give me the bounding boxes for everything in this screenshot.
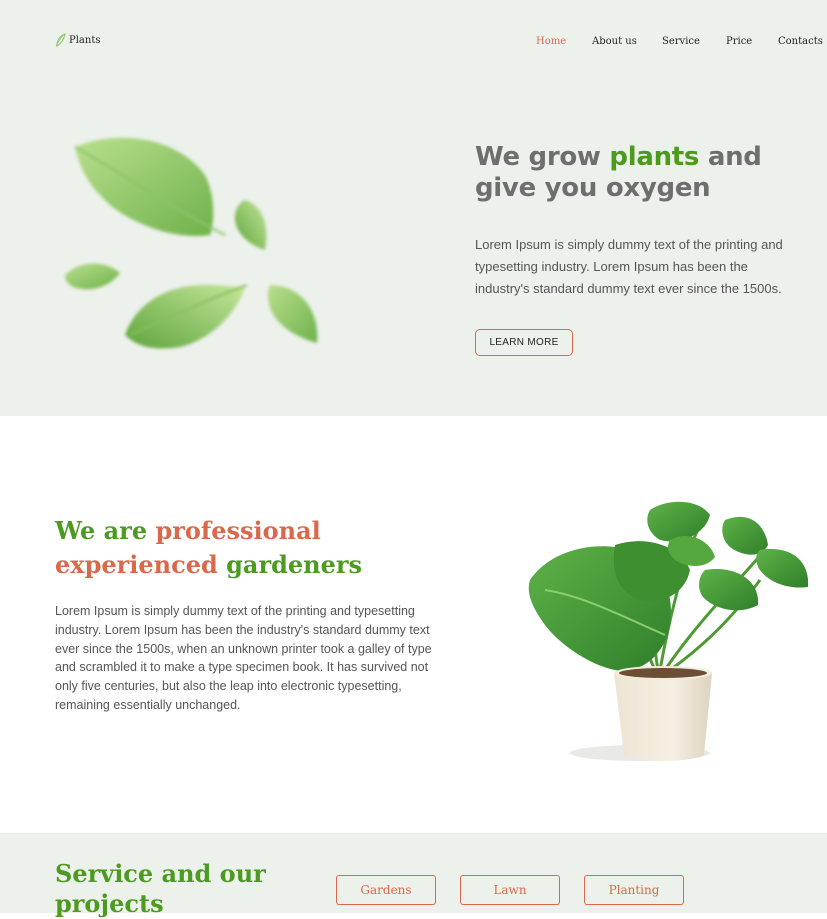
about-description: Lorem Ipsum is simply dummy text of the … [55,604,432,712]
services-section: Service and our projects Gardens Lawn Pl… [0,833,827,918]
tab-gardens[interactable]: Gardens [336,875,436,905]
nav-about-us[interactable]: About us [592,36,637,47]
about-title: We are professional experienced gardener… [55,514,435,582]
hero-title: We grow plants and give you oxygen [475,142,825,204]
nav-service[interactable]: Service [662,36,700,47]
nav-price[interactable]: Price [726,36,752,47]
hero-title-part1: We grow [475,142,610,172]
hero-description: Lorem Ipsum is simply dummy text of the … [475,237,783,296]
main-nav: Home About us Service Price Contacts [0,36,827,50]
hero-title-accent: plants [609,142,700,172]
potted-monstera-image [528,501,809,761]
blurred-leaves-image [65,137,318,349]
about-title-part2: gardeners [217,550,363,579]
hero-section: Plants Home About us Service Price Conta… [0,0,827,416]
tab-lawn[interactable]: Lawn [460,875,560,905]
nav-home[interactable]: Home [536,36,566,47]
services-title: Service and our projects [55,859,266,918]
nav-contacts[interactable]: Contacts [778,36,823,47]
about-title-part1: We are [55,516,156,545]
learn-more-button[interactable]: LEARN MORE [475,329,573,356]
tab-planting[interactable]: Planting [584,875,684,905]
